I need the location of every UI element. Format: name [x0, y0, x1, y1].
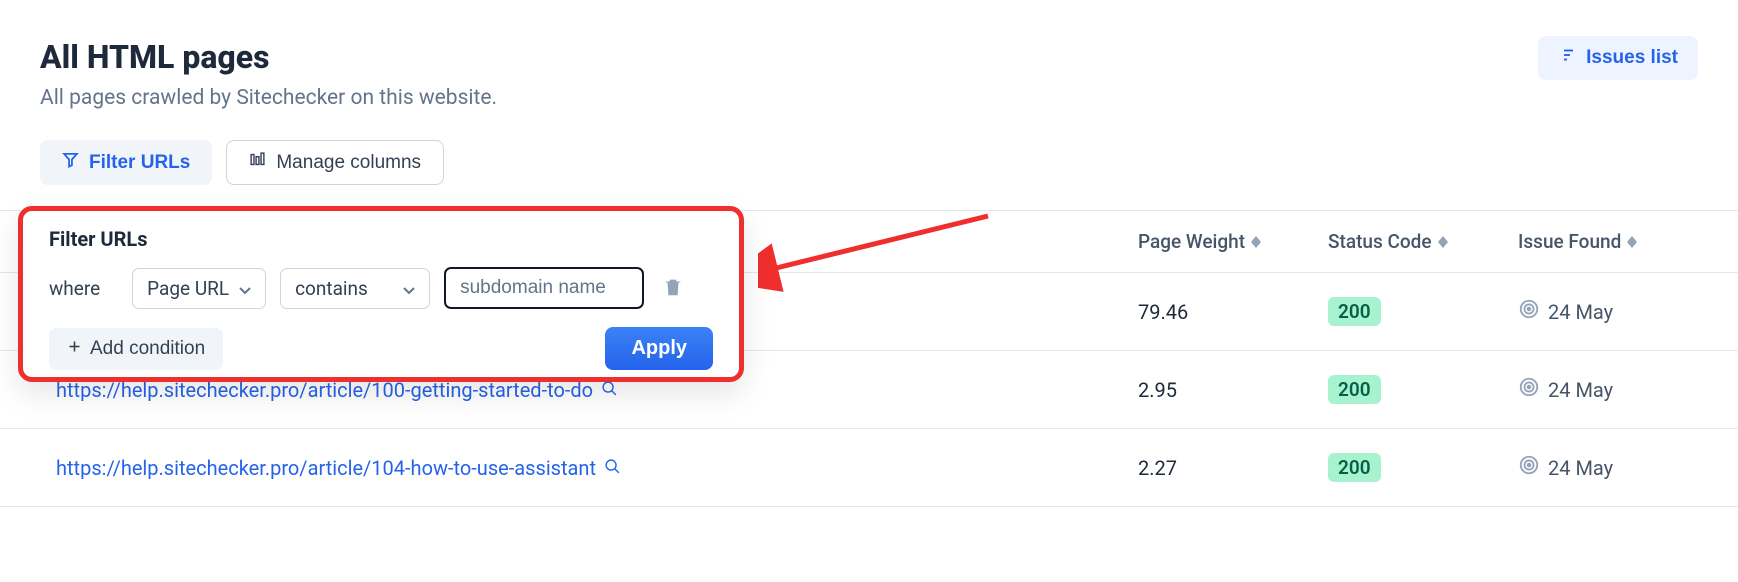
cell-issue-date: 24 May: [1548, 378, 1613, 402]
filter-icon: [62, 151, 79, 174]
target-icon: [1518, 298, 1540, 325]
table-row: https://help.sitechecker.pro/article/104…: [0, 429, 1738, 507]
where-label: where: [49, 277, 100, 300]
cell-issue-date: 24 May: [1548, 456, 1613, 480]
cell-page-weight: 79.46: [1138, 300, 1328, 324]
col-header-status-code-label: Status Code: [1328, 230, 1432, 253]
toolbar: Filter URLs Manage columns: [0, 110, 1738, 185]
manage-columns-label: Manage columns: [276, 152, 421, 174]
operator-select-value: contains: [295, 277, 368, 300]
target-icon: [1518, 454, 1540, 481]
status-badge: 200: [1328, 453, 1381, 482]
cell-issue-found: 24 May: [1518, 454, 1738, 481]
col-header-page-weight-label: Page Weight: [1138, 230, 1245, 253]
issues-list-label: Issues list: [1586, 47, 1678, 69]
search-icon[interactable]: [604, 456, 621, 480]
status-badge: 200: [1328, 375, 1381, 404]
arrow-annotation: [758, 210, 998, 300]
add-condition-button[interactable]: Add condition: [49, 328, 223, 370]
filter-urls-button[interactable]: Filter URLs: [40, 140, 212, 185]
operator-select[interactable]: contains: [280, 268, 430, 309]
col-header-page-weight[interactable]: Page Weight: [1138, 230, 1328, 253]
col-header-issue-found[interactable]: Issue Found: [1518, 230, 1738, 253]
target-icon: [1518, 376, 1540, 403]
chevron-down-icon: [403, 277, 415, 300]
filter-urls-label: Filter URLs: [89, 152, 190, 174]
list-icon: [1558, 46, 1576, 70]
apply-label: Apply: [631, 337, 687, 359]
col-header-issue-found-label: Issue Found: [1518, 230, 1621, 253]
cell-issue-date: 24 May: [1548, 300, 1613, 324]
page-subtitle: All pages crawled by Sitechecker on this…: [0, 76, 1738, 110]
plus-icon: [67, 338, 82, 360]
issues-list-button[interactable]: Issues list: [1538, 36, 1698, 80]
sort-icon: [1251, 236, 1261, 248]
apply-button[interactable]: Apply: [605, 327, 713, 370]
cell-issue-found: 24 May: [1518, 376, 1738, 403]
trash-icon: [662, 286, 684, 301]
col-header-status-code[interactable]: Status Code: [1328, 230, 1518, 253]
delete-condition-button[interactable]: [658, 272, 688, 305]
add-condition-label: Add condition: [90, 338, 205, 360]
filter-urls-panel: Filter URLs where Page URL contains A: [18, 206, 744, 382]
manage-columns-button[interactable]: Manage columns: [226, 140, 444, 185]
field-select[interactable]: Page URL: [132, 268, 266, 309]
page-url-text: https://help.sitechecker.pro/article/104…: [56, 456, 596, 480]
cell-page-weight: 2.27: [1138, 456, 1328, 480]
page-title: All HTML pages: [0, 0, 1738, 76]
filter-panel-title: Filter URLs: [49, 227, 713, 251]
cell-page-weight: 2.95: [1138, 378, 1328, 402]
sort-icon: [1627, 236, 1637, 248]
chevron-down-icon: [239, 277, 251, 300]
cell-issue-found: 24 May: [1518, 298, 1738, 325]
field-select-value: Page URL: [147, 277, 229, 300]
columns-icon: [249, 151, 266, 174]
filter-value-input[interactable]: [444, 267, 644, 309]
sort-icon: [1438, 236, 1448, 248]
status-badge: 200: [1328, 297, 1381, 326]
page-url-link[interactable]: https://help.sitechecker.pro/article/104…: [40, 456, 1138, 480]
